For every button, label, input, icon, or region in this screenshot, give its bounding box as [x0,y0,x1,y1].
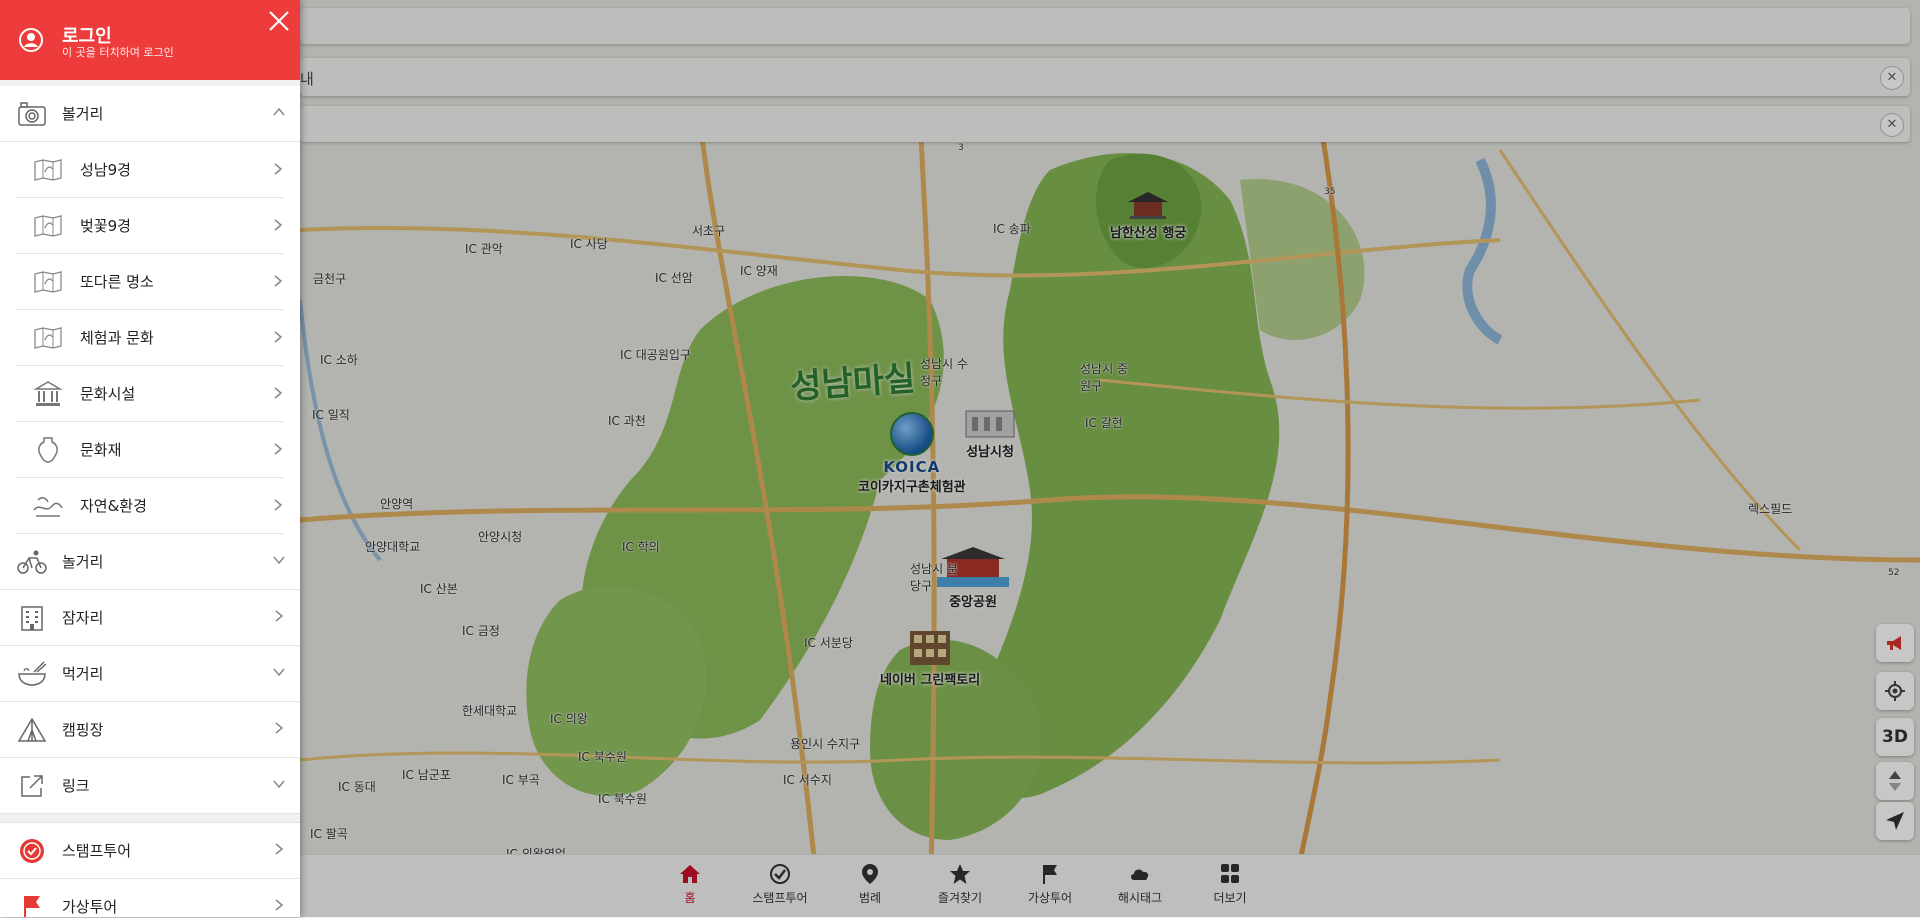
submenu-experience-culture[interactable]: 체험과 문화 [16,310,284,366]
chevron-up-icon [273,107,285,116]
bike-icon [14,547,50,577]
chevron-right-icon [274,331,283,343]
map-icon [30,323,66,353]
divider [0,814,300,823]
submenu-nature[interactable]: 자연&환경 [16,478,284,534]
map-icon [30,267,66,297]
chevron-right-icon [274,443,283,455]
chevron-right-icon [274,499,283,511]
nature-icon [30,491,66,521]
menu-sights[interactable]: 볼거리 [0,86,300,142]
tent-icon [14,715,50,745]
submenu-cultural-facilities[interactable]: 문화시설 [16,366,284,422]
chevron-right-icon [274,387,283,399]
submenu-heritage[interactable]: 문화재 [16,422,284,478]
submenu-seongnam9[interactable]: 성남9경 [16,142,284,198]
stamp-icon [14,836,50,866]
food-icon [14,659,50,689]
external-link-icon [14,771,50,801]
login-header[interactable]: 로그인 이 곳을 터치하여 로그인 [0,0,300,80]
chevron-right-icon [274,219,283,231]
close-menu-button[interactable] [266,8,292,34]
login-subtitle: 이 곳을 터치하여 로그인 [62,46,174,59]
hotel-icon [14,603,50,633]
chevron-down-icon [273,668,285,677]
map-icon [30,211,66,241]
dim-overlay[interactable] [300,0,1920,917]
menu-accommodation[interactable]: 잠자리 [0,590,300,646]
camera-icon [14,99,50,129]
chevron-down-icon [273,780,285,789]
map-icon [30,155,66,185]
flag-icon [14,892,50,917]
menu-camping[interactable]: 캠핑장 [0,702,300,758]
museum-icon [30,379,66,409]
menu-virtual-tour[interactable]: 가상투어 [0,879,300,917]
menu-activities[interactable]: 놀거리 [0,534,300,590]
vase-icon [30,435,66,465]
menu-stamp-tour[interactable]: 스탬프투어 [0,823,300,879]
submenu-other-places[interactable]: 또다른 명소 [16,254,284,310]
menu-food[interactable]: 먹거리 [0,646,300,702]
menu-sights-label: 볼거리 [62,105,104,123]
side-menu: 로그인 이 곳을 터치하여 로그인 볼거리 성남9경 벚꽃9경 또다른 명소 체… [0,0,300,917]
chevron-right-icon [275,722,284,734]
chevron-right-icon [274,275,283,287]
chevron-right-icon [275,610,284,622]
submenu-cherry9[interactable]: 벚꽃9경 [16,198,284,254]
chevron-right-icon [274,163,283,175]
menu-links[interactable]: 링크 [0,758,300,814]
user-icon [19,28,43,52]
chevron-down-icon [273,556,285,565]
chevron-right-icon [275,843,284,855]
chevron-right-icon [275,899,284,911]
